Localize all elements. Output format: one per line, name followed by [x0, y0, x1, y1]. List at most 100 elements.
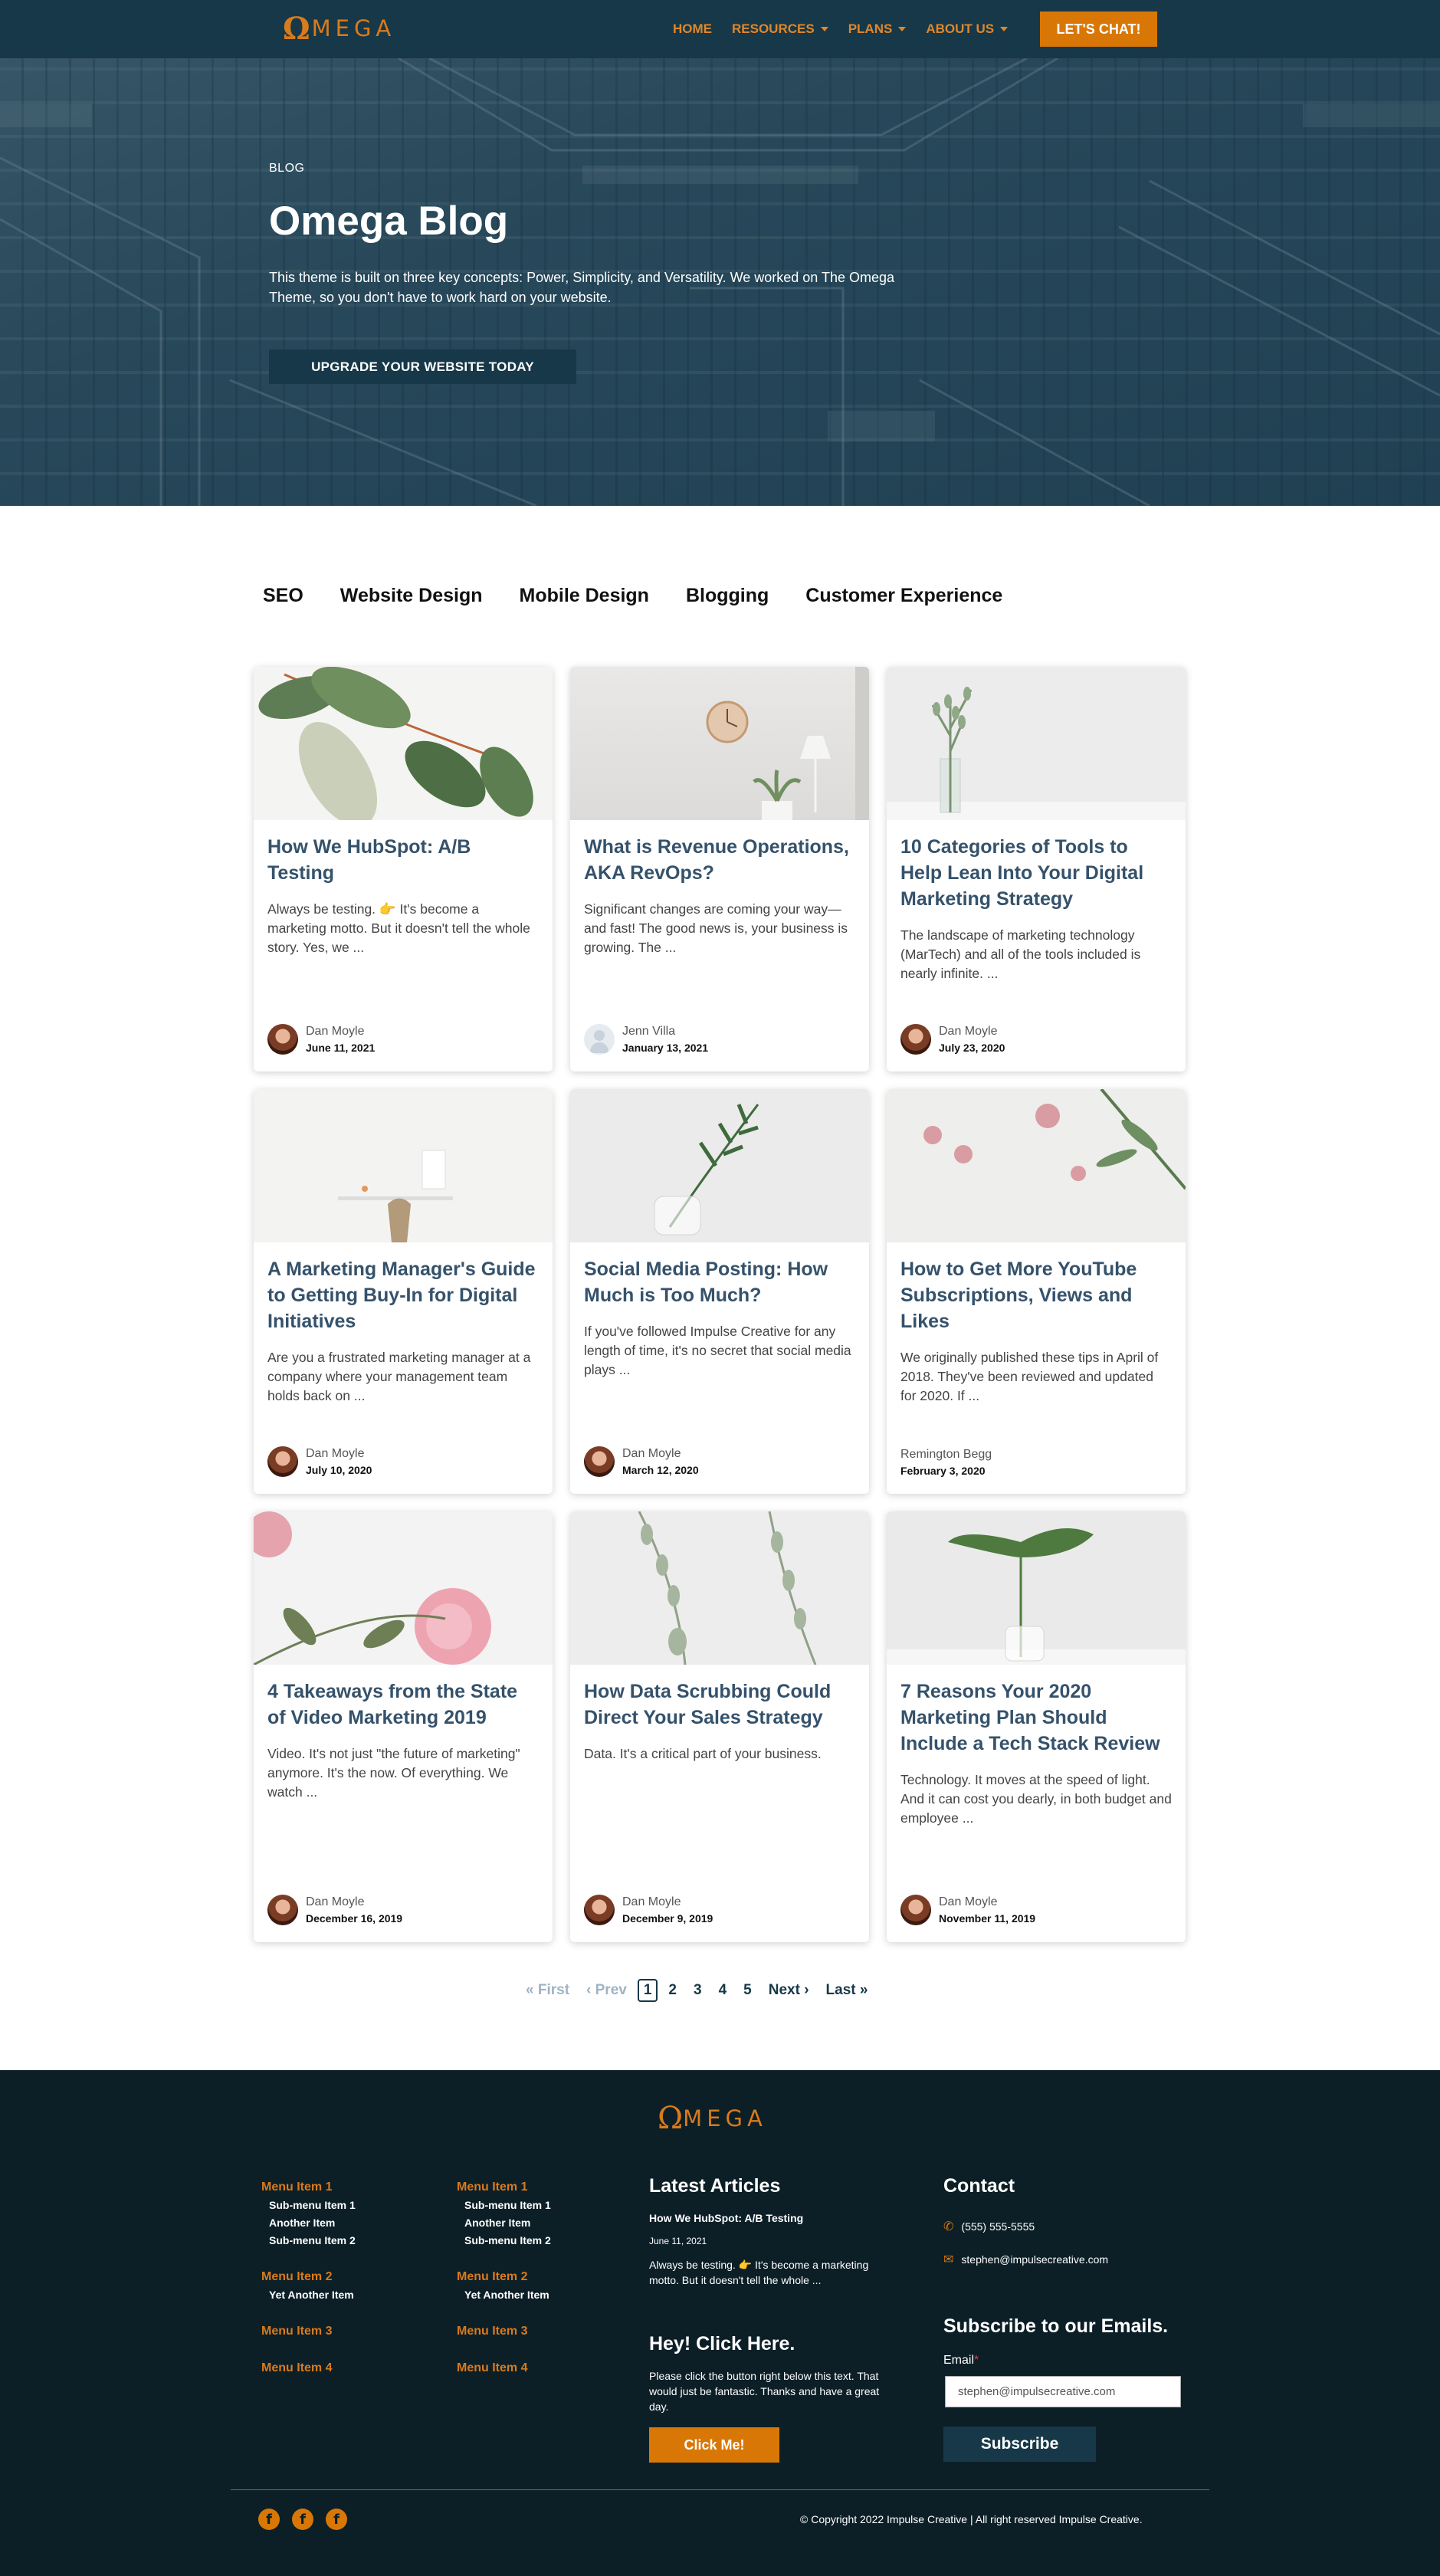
footer-submenu-item[interactable]: Sub-menu Item 1 — [464, 2199, 625, 2211]
tab-mobile-design[interactable]: Mobile Design — [520, 585, 649, 607]
card-image-vase — [887, 667, 1186, 820]
footer-menu-item[interactable]: Menu Item 2 — [457, 2270, 625, 2284]
facebook-icon[interactable]: f — [292, 2509, 313, 2530]
card-title[interactable]: 7 Reasons Your 2020 Marketing Plan Shoul… — [900, 1679, 1172, 1757]
nav-about-us[interactable]: ABOUT US — [926, 21, 1009, 37]
post-date: July 23, 2020 — [939, 1042, 1005, 1054]
palm-leaf-illustration — [654, 1104, 759, 1235]
tab-website-design[interactable]: Website Design — [340, 585, 483, 607]
footer-submenu-item[interactable]: Sub-menu Item 2 — [269, 2234, 430, 2246]
contact-phone[interactable]: ✆ (555) 555-5555 — [943, 2219, 1035, 2234]
card-title[interactable]: 10 Categories of Tools to Help Lean Into… — [900, 834, 1172, 912]
nav-home[interactable]: HOME — [673, 21, 712, 37]
facebook-icon[interactable]: f — [258, 2509, 280, 2530]
contact-email[interactable]: ✉ stephen@impulsecreative.com — [943, 2252, 1108, 2267]
footer-menu-item[interactable]: Menu Item 4 — [457, 2361, 625, 2375]
pagination-page[interactable]: 5 — [743, 1982, 752, 1999]
footer-submenu-item[interactable]: Another Item — [464, 2217, 625, 2229]
tab-customer-experience[interactable]: Customer Experience — [805, 585, 1002, 607]
pagination-page[interactable]: 2 — [668, 1982, 677, 1999]
avatar — [900, 1895, 931, 1925]
latest-article-title[interactable]: How We HubSpot: A/B Testing — [649, 2212, 803, 2224]
avatar — [267, 1895, 298, 1925]
card-title[interactable]: A Marketing Manager's Guide to Getting B… — [267, 1256, 539, 1334]
footer-menu-item[interactable]: Menu Item 1 — [261, 2181, 430, 2194]
blog-card[interactable]: 4 Takeaways from the State of Video Mark… — [254, 1511, 553, 1942]
post-date: December 9, 2019 — [622, 1912, 713, 1925]
nav-plans[interactable]: PLANS — [848, 21, 907, 37]
blog-card[interactable]: Social Media Posting: How Much is Too Mu… — [570, 1089, 869, 1494]
footer-submenu-item[interactable]: Sub-menu Item 2 — [464, 2234, 625, 2246]
click-here-text: Please click the button right below this… — [649, 2370, 880, 2413]
card-excerpt: The landscape of marketing technology (M… — [900, 927, 1141, 981]
card-excerpt: Video. It's not just "the future of mark… — [267, 1746, 520, 1800]
card-title[interactable]: What is Revenue Operations, AKA RevOps? — [584, 834, 855, 886]
subscribe-button[interactable]: Subscribe — [943, 2427, 1096, 2462]
card-title[interactable]: How to Get More YouTube Subscriptions, V… — [900, 1256, 1172, 1334]
footer-logo[interactable]: Ω MEGA — [658, 2101, 767, 2136]
caret-down-icon — [898, 27, 907, 31]
click-me-button[interactable]: Click Me! — [649, 2427, 779, 2463]
footer-menu-item[interactable]: Menu Item 4 — [261, 2361, 430, 2375]
pagination-first[interactable]: « First — [526, 1982, 569, 1999]
card-author-meta: Dan Moyle June 11, 2021 — [267, 1024, 375, 1055]
footer-menu-item[interactable]: Menu Item 3 — [261, 2325, 430, 2338]
caret-down-icon — [1000, 27, 1009, 31]
avatar — [900, 1024, 931, 1055]
footer-menu-item[interactable]: Menu Item 3 — [457, 2325, 625, 2338]
roses-illustration — [254, 1511, 491, 1665]
footer-submenu-item[interactable]: Sub-menu Item 1 — [269, 2199, 430, 2211]
blog-card[interactable]: How to Get More YouTube Subscriptions, V… — [887, 1089, 1186, 1494]
upgrade-website-button[interactable]: UPGRADE YOUR WEBSITE TODAY — [269, 349, 576, 384]
site-header: Ω MEGA HOME RESOURCES PLANS ABOUT US LET… — [0, 0, 1440, 58]
card-title[interactable]: 4 Takeaways from the State of Video Mark… — [267, 1679, 539, 1731]
site-logo[interactable]: Ω MEGA — [283, 11, 395, 47]
card-image-flowers — [887, 1089, 1186, 1242]
card-image-leaves — [254, 667, 553, 820]
card-excerpt: We originally published these tips in Ap… — [900, 1350, 1159, 1403]
author-name: Jenn Villa — [622, 1025, 676, 1038]
pagination-next[interactable]: Next › — [769, 1982, 809, 1999]
pagination-prev[interactable]: ‹ Prev — [586, 1982, 627, 1999]
email-address: stephen@impulsecreative.com — [961, 2253, 1109, 2266]
card-excerpt: Data. It's a critical part of your busin… — [584, 1746, 822, 1761]
pagination-page[interactable]: 4 — [719, 1982, 727, 1999]
pagination-page-current[interactable]: 1 — [637, 1979, 658, 2002]
blog-card[interactable]: 10 Categories of Tools to Help Lean Into… — [887, 667, 1186, 1071]
card-author-meta: Dan Moyle November 11, 2019 — [900, 1895, 1035, 1925]
nav-resources[interactable]: RESOURCES — [732, 21, 828, 37]
pagination-last[interactable]: Last » — [826, 1982, 868, 1999]
tab-seo[interactable]: SEO — [263, 585, 303, 607]
card-title[interactable]: How We HubSpot: A/B Testing — [267, 834, 539, 886]
author-name: Dan Moyle — [939, 1025, 998, 1038]
card-title[interactable]: Social Media Posting: How Much is Too Mu… — [584, 1256, 855, 1308]
nav-home-label: HOME — [673, 21, 712, 36]
post-date: July 10, 2020 — [306, 1464, 372, 1476]
avatar — [584, 1895, 615, 1925]
blog-card[interactable]: How We HubSpot: A/B Testing Always be te… — [254, 667, 553, 1071]
author-name: Dan Moyle — [306, 1025, 365, 1038]
author-name: Dan Moyle — [306, 1447, 365, 1460]
blog-card[interactable]: 7 Reasons Your 2020 Marketing Plan Shoul… — [887, 1511, 1186, 1942]
tab-blogging[interactable]: Blogging — [686, 585, 769, 607]
card-image-eucalyptus — [570, 1511, 869, 1665]
hero-banner: BLOG Omega Blog This theme is built on t… — [0, 58, 1440, 506]
blog-card[interactable]: What is Revenue Operations, AKA RevOps? … — [570, 667, 869, 1071]
lets-chat-button[interactable]: LET'S CHAT! — [1040, 11, 1157, 47]
blog-card[interactable]: How Data Scrubbing Could Direct Your Sal… — [570, 1511, 869, 1942]
footer-submenu-item[interactable]: Yet Another Item — [269, 2289, 430, 2301]
pagination-page[interactable]: 3 — [694, 1982, 702, 1999]
caret-down-icon — [820, 27, 828, 31]
footer-submenu-item[interactable]: Another Item — [269, 2217, 430, 2229]
card-title[interactable]: How Data Scrubbing Could Direct Your Sal… — [584, 1679, 855, 1731]
site-footer: Ω MEGA Menu Item 1 Sub-menu Item 1 Anoth… — [0, 2070, 1440, 2576]
blog-card[interactable]: A Marketing Manager's Guide to Getting B… — [254, 1089, 553, 1494]
footer-menu-item[interactable]: Menu Item 1 — [457, 2181, 625, 2194]
logo-text: MEGA — [683, 2105, 767, 2131]
avatar — [267, 1024, 298, 1055]
latest-articles-heading: Latest Articles — [649, 2175, 781, 2197]
subscribe-email-input[interactable]: stephen@impulsecreative.com — [945, 2376, 1181, 2407]
facebook-icon[interactable]: f — [326, 2509, 347, 2530]
footer-submenu-item[interactable]: Yet Another Item — [464, 2289, 625, 2301]
footer-menu-item[interactable]: Menu Item 2 — [261, 2270, 430, 2284]
